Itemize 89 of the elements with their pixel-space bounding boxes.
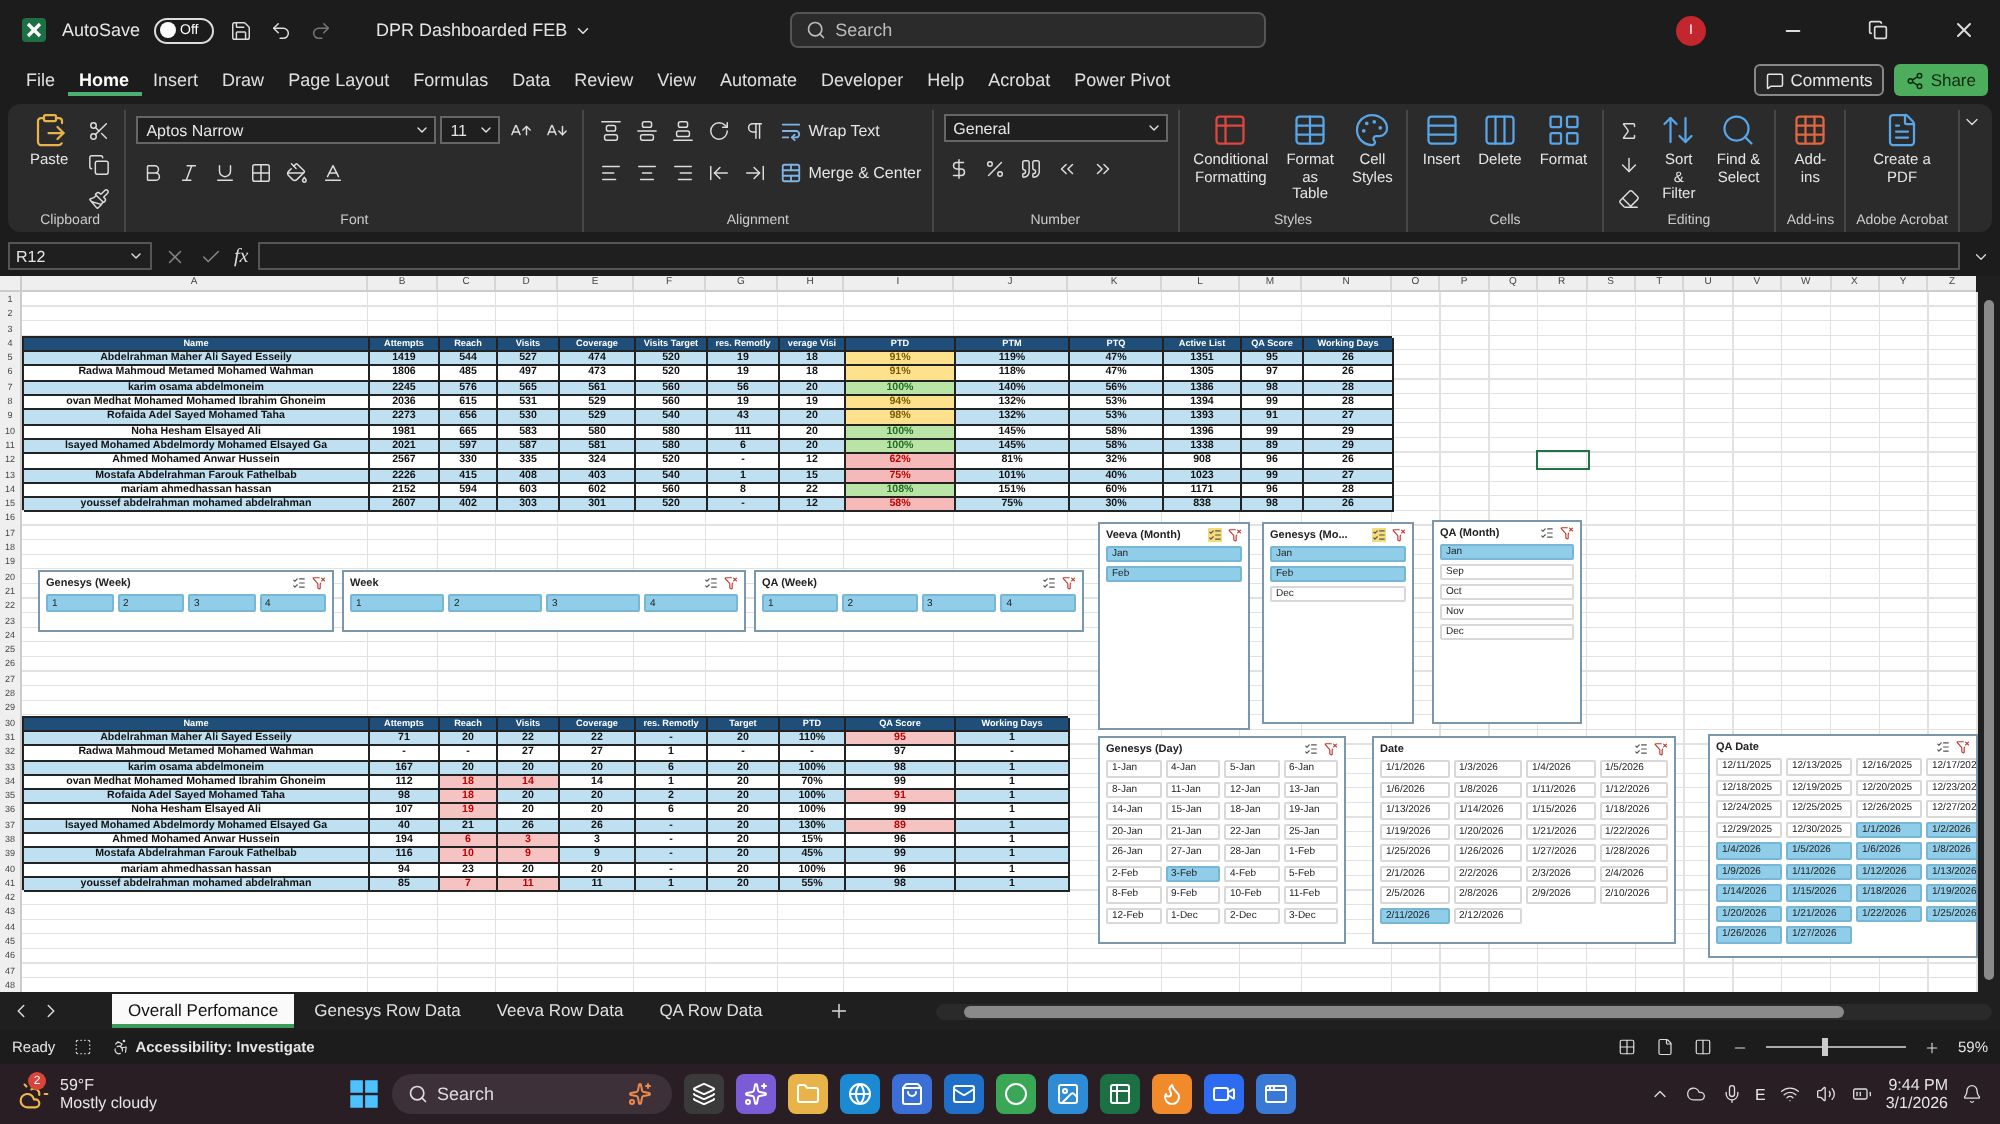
palette-icon (1354, 112, 1391, 148)
input-indicator[interactable]: E (1755, 1085, 1766, 1104)
grid-icon (1545, 112, 1582, 148)
menu-tab[interactable]: View (645, 65, 709, 95)
selected-cell[interactable] (1536, 450, 1590, 470)
share-icon (1906, 71, 1925, 89)
dropdown-field[interactable]: Aptos Narrow (136, 116, 437, 144)
macro-icon[interactable] (71, 1036, 94, 1059)
sheet-tab[interactable]: QA Row Data (643, 994, 779, 1029)
page-break-icon[interactable] (1691, 1036, 1714, 1059)
picture-icon[interactable] (1048, 1074, 1089, 1115)
flame-icon[interactable] (1152, 1074, 1193, 1115)
clock-date[interactable]: 3/1/2026 (1885, 1094, 1948, 1113)
spreadsheet-logo-icon (20, 16, 48, 44)
paste-icon (31, 112, 68, 148)
globe-icon[interactable] (840, 1074, 881, 1115)
close-icon (1952, 18, 1976, 42)
menu-tab[interactable]: Developer (809, 65, 916, 95)
volume-icon[interactable] (1813, 1082, 1838, 1107)
ribbon-button[interactable]: Merge & Center (780, 156, 922, 188)
search-icon (1720, 112, 1757, 148)
menu-tab[interactable]: Help (915, 65, 977, 95)
document-icon (1884, 112, 1921, 148)
dropdown-field[interactable]: 11 (440, 116, 501, 144)
menu-tab[interactable]: Page Layout (276, 65, 402, 95)
sheet-tab[interactable]: Genesys Row Data (298, 994, 477, 1029)
mail-icon[interactable] (944, 1074, 985, 1115)
scrollbar-thumb[interactable] (1983, 300, 1993, 980)
scrollbar-thumb[interactable] (964, 1005, 1845, 1018)
comments-button[interactable]: Comments (1754, 64, 1885, 96)
search-field[interactable]: Search (789, 12, 1266, 48)
redo-icon[interactable] (308, 17, 335, 43)
sort-icon (1660, 112, 1697, 148)
columns-icon (1481, 112, 1518, 148)
grid-icon (1792, 112, 1829, 148)
video-icon[interactable] (1204, 1074, 1245, 1115)
sheet-tab[interactable]: Veeva Row Data (480, 994, 640, 1029)
formula-input[interactable] (258, 242, 1960, 270)
weather-condition: Mostly cloudy (60, 1094, 157, 1113)
menu-tab[interactable]: Acrobat (976, 65, 1063, 95)
zoom-in-icon[interactable] (1921, 1037, 1942, 1058)
dropdown-field[interactable]: General (943, 114, 1168, 142)
name-box[interactable]: R12 (8, 242, 152, 270)
sparkle-icon (628, 1082, 653, 1107)
taskbar-search[interactable]: Search (392, 1074, 673, 1115)
menu-tab[interactable]: Automate (708, 65, 810, 95)
ribbon-button[interactable]: Wrap Text (780, 114, 880, 146)
comment-icon (1766, 71, 1785, 89)
spreadsheet-icon[interactable] (1100, 1074, 1141, 1115)
search-icon (805, 20, 826, 40)
menu-tab[interactable]: File (14, 65, 68, 95)
file-name-button[interactable]: DPR Dashboarded FEB (376, 20, 592, 40)
menu-tab[interactable]: Home (67, 65, 142, 95)
undo-icon[interactable] (268, 17, 295, 43)
accessibility-icon[interactable] (109, 1036, 132, 1059)
page-layout-icon[interactable] (1653, 1036, 1676, 1059)
share-button[interactable]: Share (1894, 64, 1988, 96)
merge-cells-icon (780, 161, 803, 183)
bag-icon[interactable] (892, 1074, 933, 1115)
table-icon (1292, 112, 1329, 148)
menu-tab[interactable]: Draw (210, 65, 277, 95)
menu-tab[interactable]: Insert (141, 65, 211, 95)
bell-icon[interactable] (1960, 1082, 1984, 1107)
task-view-icon[interactable] (684, 1074, 725, 1115)
chevron-down-icon (478, 122, 495, 138)
window-icon[interactable] (1256, 1074, 1297, 1115)
sheet-tab[interactable]: Overall Perfomance (112, 994, 295, 1029)
normal-view-icon[interactable] (1615, 1036, 1638, 1059)
menu-tab[interactable]: Formulas (401, 65, 501, 95)
menu-tab[interactable]: Data (500, 65, 563, 95)
autosave-label: AutoSave (62, 20, 141, 40)
menu-tab[interactable]: Review (562, 65, 646, 95)
clock-time[interactable]: 9:44 PM (1888, 1076, 1948, 1095)
chevron-down-icon (414, 122, 431, 138)
sparkle-icon[interactable] (736, 1074, 777, 1115)
search-icon (408, 1084, 429, 1105)
wrap-text-icon (780, 119, 803, 141)
menu-tab[interactable]: Power Pivot (1062, 65, 1183, 95)
cloud-icon[interactable] (1683, 1082, 1708, 1107)
save-icon[interactable] (228, 17, 255, 43)
rows-icon (1423, 112, 1460, 148)
start-icon[interactable] (348, 1078, 381, 1111)
table-icon (1212, 112, 1249, 148)
restore-icon (1868, 20, 1888, 40)
temperature: 59°F (60, 1076, 94, 1095)
insert-function-label[interactable]: fx (234, 245, 249, 267)
chevron-down-icon (128, 248, 144, 264)
folder-icon[interactable] (788, 1074, 829, 1115)
chevron-down-icon (1145, 120, 1162, 136)
